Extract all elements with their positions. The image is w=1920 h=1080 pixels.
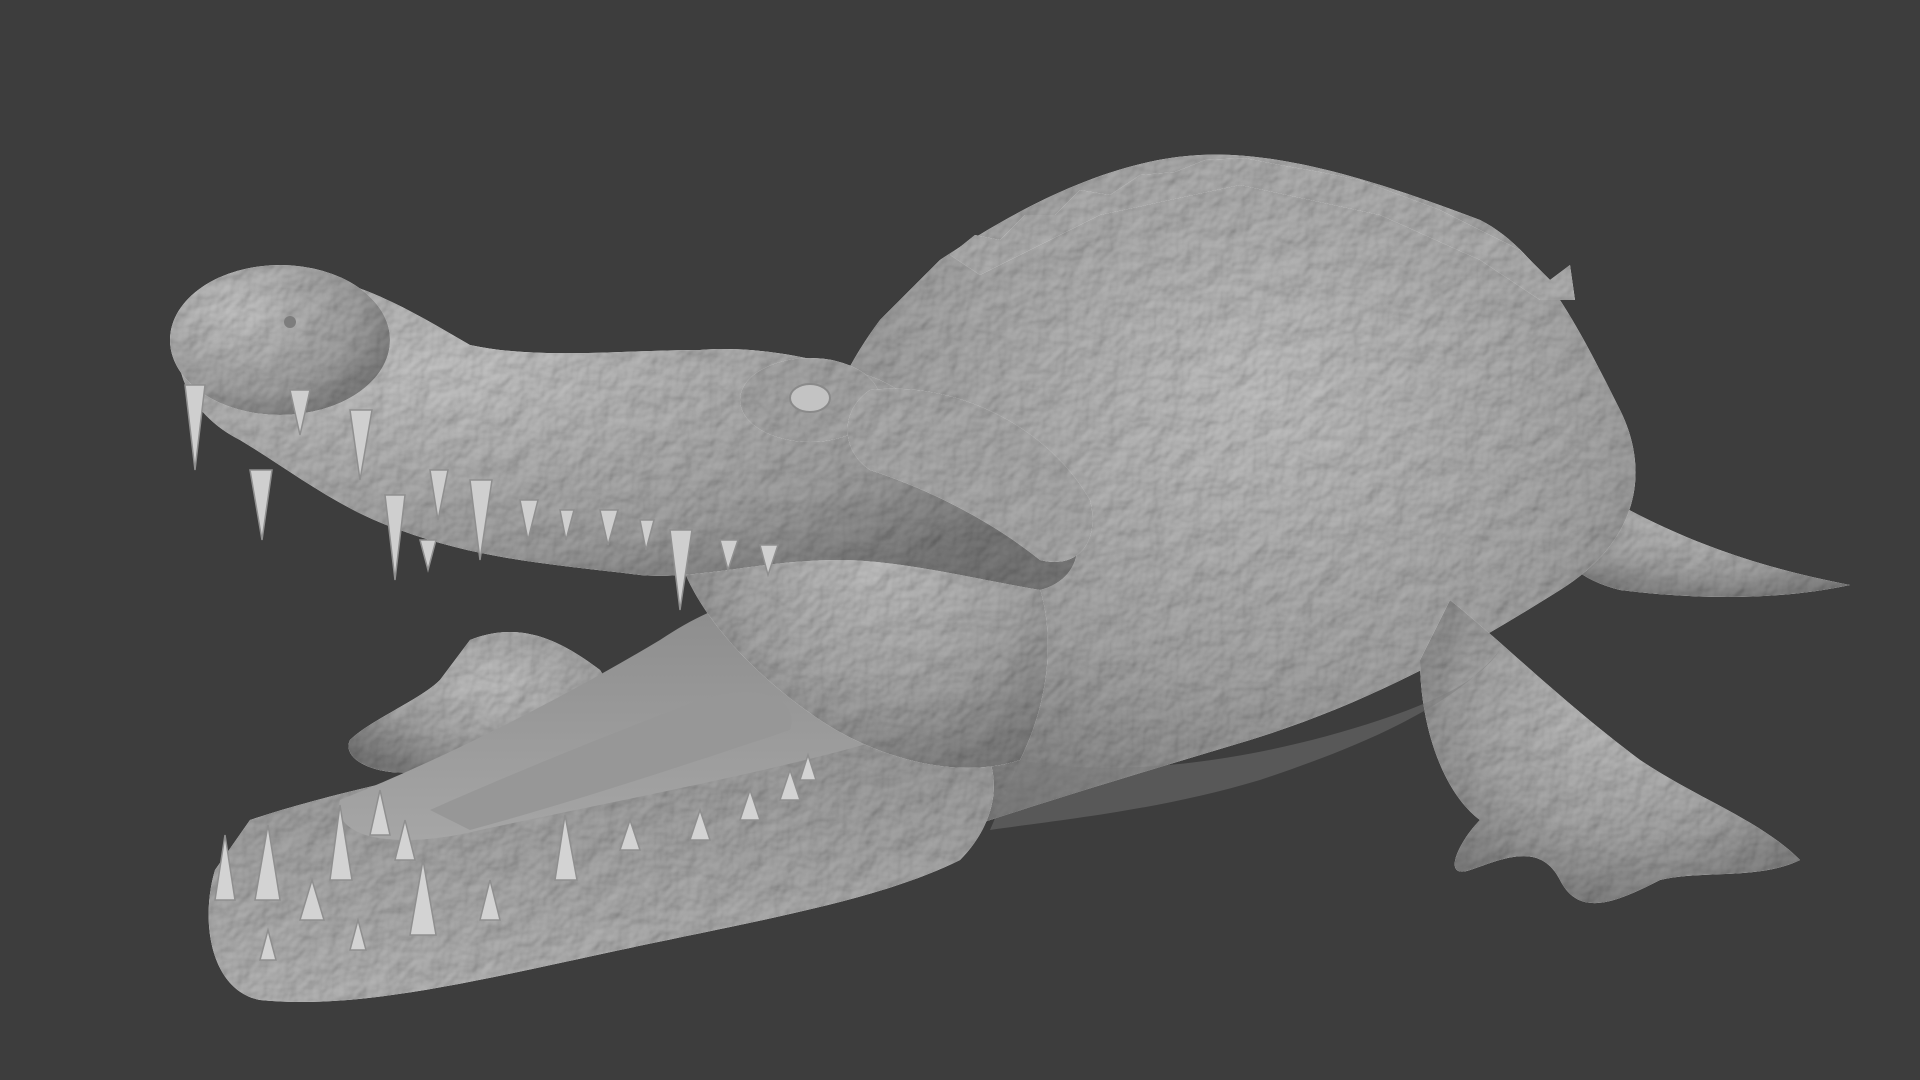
crocodile-sculpt-render bbox=[170, 154, 1850, 1002]
crocodile-rear-leg bbox=[1420, 600, 1800, 904]
crocodile-nostril bbox=[284, 316, 296, 328]
3d-viewport[interactable] bbox=[0, 0, 1920, 1080]
crocodile-eye bbox=[789, 383, 831, 413]
